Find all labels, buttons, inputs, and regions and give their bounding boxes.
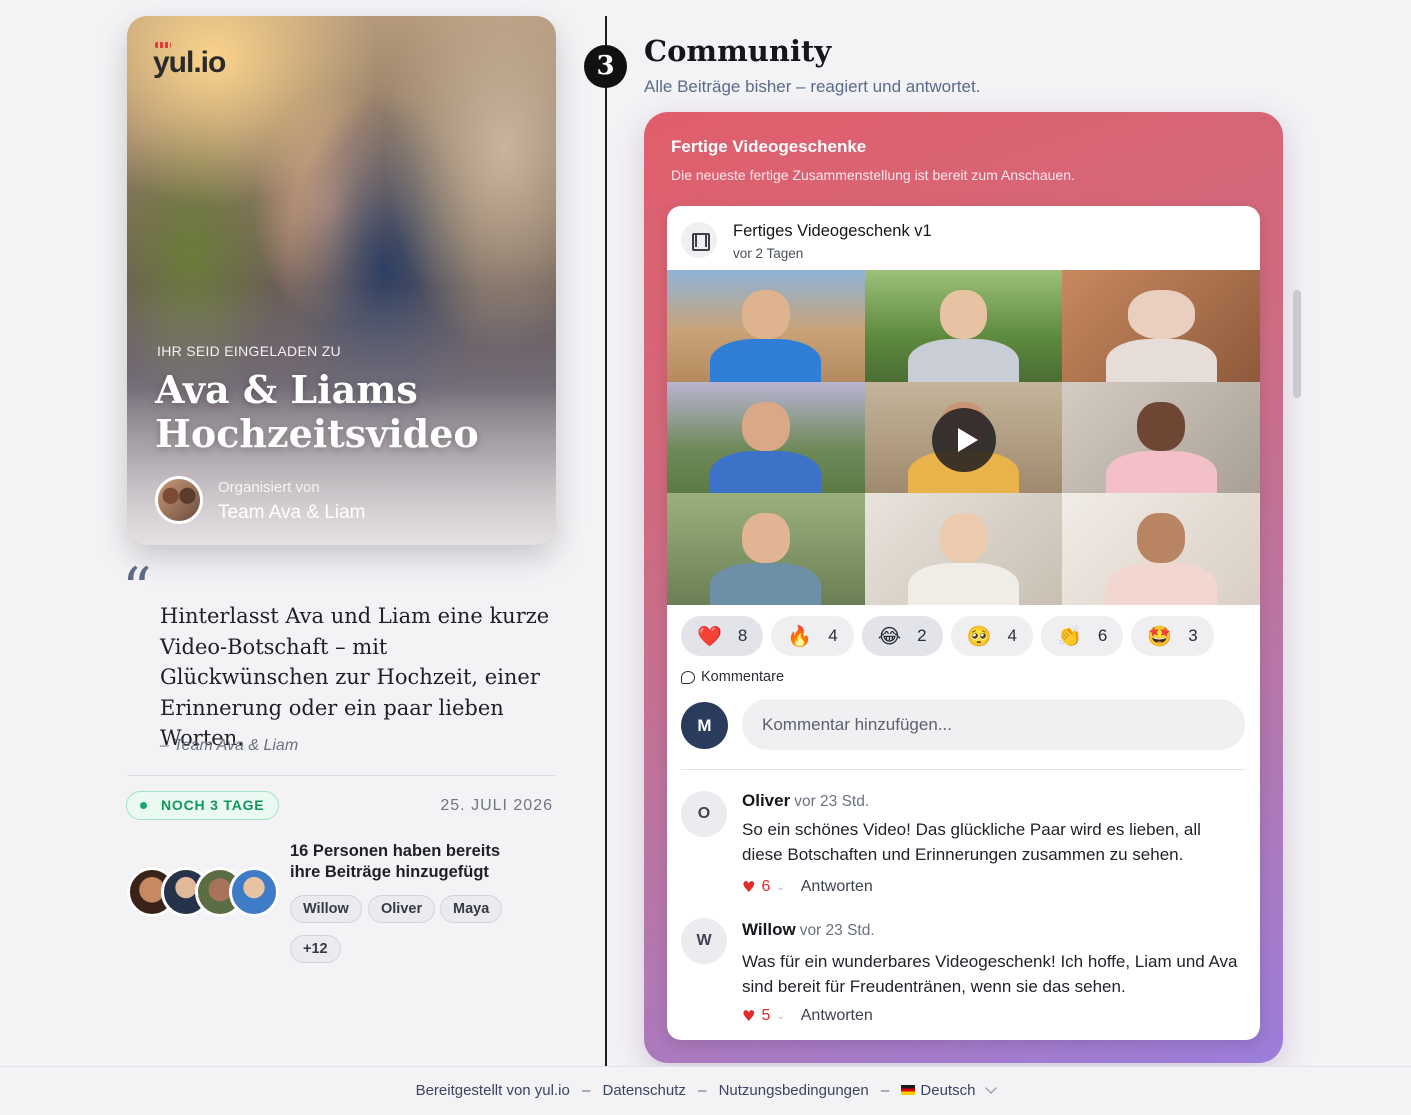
panel-subtitle: Die neueste fertige Zusammenstellung ist…	[671, 167, 1075, 183]
comments-label: Kommentare	[681, 669, 784, 685]
like-count: 5	[761, 1007, 771, 1024]
reaction-fire[interactable]: 🔥 4	[771, 616, 854, 656]
timeline-line	[605, 16, 607, 1066]
video-tile	[864, 493, 1063, 605]
terms-link[interactable]: Nutzungsbedingungen	[719, 1082, 869, 1099]
contributor-chip[interactable]: Willow	[290, 895, 362, 923]
privacy-link[interactable]: Datenschutz	[603, 1082, 686, 1099]
video-tile	[1062, 381, 1260, 494]
comment-text: Was für ein wunderbares Videogeschenk! I…	[742, 952, 1238, 996]
avatar	[229, 867, 279, 917]
play-icon[interactable]	[932, 408, 996, 472]
organized-by-label: Organisiert von	[218, 479, 320, 496]
video-time: vor 2 Tagen	[733, 246, 804, 261]
reaction-starstruck[interactable]: 🤩 3	[1131, 616, 1214, 656]
comment-author: Oliver vor 23 Std.	[742, 791, 870, 810]
comment-avatar: W	[681, 918, 727, 964]
finished-gifts-panel: Fertige Videogeschenke Die neueste ferti…	[644, 112, 1283, 1063]
contributor-chip[interactable]: Oliver	[368, 895, 436, 923]
german-flag-icon	[901, 1085, 916, 1095]
video-tile	[667, 270, 865, 382]
separator: –	[698, 1082, 707, 1099]
language-select[interactable]: Deutsch	[901, 1082, 998, 1099]
comment-avatar: O	[681, 791, 727, 837]
video-tile	[864, 270, 1063, 382]
days-left-badge: NOCH 3 TAGE	[126, 791, 280, 820]
separator: –	[581, 1082, 591, 1099]
chevron-down-icon[interactable]: ⌄	[776, 882, 784, 893]
reaction-clap[interactable]: 👏 6	[1040, 616, 1124, 656]
comment-actions: ♥ 5 ⌄ Antworten	[742, 1007, 873, 1025]
organizer-avatar	[155, 476, 203, 524]
reply-button[interactable]: Antworten	[801, 878, 873, 896]
heart-icon[interactable]: ♥	[742, 1007, 755, 1025]
chevron-down-icon[interactable]: ⌄	[776, 1011, 784, 1022]
event-title: Ava & Liams Hochzeitsvideo	[155, 367, 479, 456]
contributors-summary: 16 Personen haben bereits ihre Beiträge …	[290, 842, 500, 881]
film-icon	[681, 222, 717, 258]
reaction-heart[interactable]: ❤️ 8	[681, 616, 764, 656]
like-count: 6	[761, 878, 771, 895]
video-tile	[1062, 270, 1260, 382]
reaction-bar: ❤️ 8 🔥 4 😂 2 🥺 4 👏 6 🤩 3	[681, 616, 1214, 656]
powered-by-link[interactable]: Bereitgestellt von yul.io	[416, 1082, 570, 1099]
comment-text: So ein schönes Video! Das glückliche Paa…	[742, 820, 1201, 864]
separator: –	[880, 1082, 890, 1099]
invitation-author: – Team Ava & Liam	[160, 737, 299, 754]
heart-icon[interactable]: ♥	[742, 878, 755, 896]
comment-input[interactable]	[742, 699, 1245, 750]
chevron-down-icon	[985, 1082, 998, 1094]
contributor-chip[interactable]: Maya	[440, 895, 503, 923]
quote-mark-icon: “	[122, 555, 152, 623]
video-thumbnail-grid[interactable]	[667, 270, 1260, 605]
video-title: Fertiges Videogeschenk v1	[733, 222, 932, 240]
video-tile	[667, 381, 865, 494]
reaction-laugh[interactable]: 😂 2	[861, 616, 943, 656]
comment-actions: ♥ 6 ⌄ Antworten	[742, 878, 873, 896]
comment-author: Willow vor 23 Std.	[742, 920, 875, 939]
video-gift-card: Fertiges Videogeschenk v1 vor 2 Tagen ❤️…	[667, 206, 1260, 1040]
comment-bubble-icon	[681, 670, 695, 684]
deadline-date: 25. JULI 2026	[440, 797, 553, 814]
invitation-message: Hinterlasst Ava und Liam eine kurze Vide…	[160, 604, 550, 750]
reply-button[interactable]: Antworten	[801, 1007, 873, 1025]
yul-logo[interactable]: yul.io	[153, 42, 226, 80]
divider	[127, 775, 556, 776]
section-subtitle: Alle Beiträge bisher – reagiert und antw…	[644, 77, 981, 96]
invite-label: IHR SEID EINGELADEN ZU	[157, 343, 341, 359]
footer: Bereitgestellt von yul.io – Datenschutz …	[0, 1066, 1411, 1115]
reaction-pleading[interactable]: 🥺 4	[950, 616, 1033, 656]
current-user-avatar: M	[681, 702, 728, 749]
video-tile	[667, 493, 865, 605]
scrollbar[interactable]	[1293, 290, 1301, 398]
video-tile	[1062, 493, 1260, 605]
event-cover-card: yul.io IHR SEID EINGELADEN ZU Ava & Liam…	[127, 16, 556, 545]
divider	[681, 769, 1245, 770]
panel-title: Fertige Videogeschenke	[671, 137, 867, 156]
step-number: 3	[584, 45, 627, 88]
more-contributors-chip[interactable]: +12	[290, 935, 341, 963]
section-title: Community	[644, 34, 832, 68]
organizer-name: Team Ava & Liam	[218, 502, 366, 523]
